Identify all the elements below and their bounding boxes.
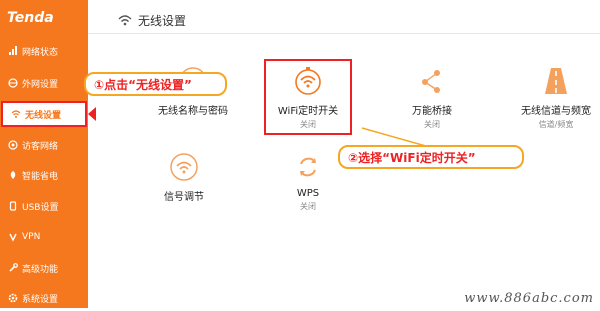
- callout-step1: ①点击“无线设置”: [84, 72, 227, 96]
- callout-step2: ②选择“WiFi定时开关”: [338, 145, 524, 169]
- watermark: www.886abc.com: [464, 291, 594, 306]
- arrow-to-wireless-settings: [88, 107, 96, 121]
